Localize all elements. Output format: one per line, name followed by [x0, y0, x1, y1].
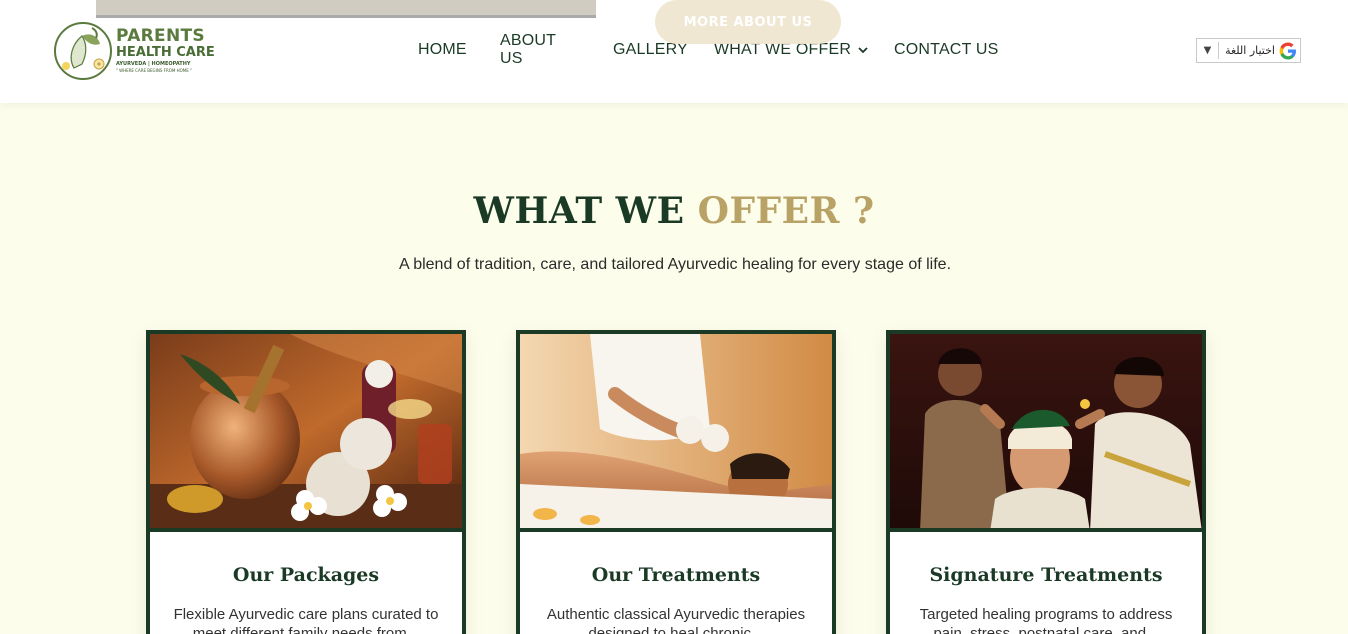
- language-select[interactable]: ▼ اختيار اللغة: [1196, 38, 1301, 63]
- card-title: Signature Treatments: [929, 564, 1163, 586]
- hero-image-edge: [96, 0, 596, 18]
- offer-card-signature-treatments[interactable]: Signature Treatments Targeted healing pr…: [886, 330, 1206, 634]
- card-image-massage: [520, 334, 832, 532]
- section-title: WHAT WE OFFER ?: [0, 190, 1348, 232]
- nav-about-us[interactable]: ABOUT US: [500, 32, 556, 67]
- dropdown-arrow-icon: ▼: [1197, 42, 1219, 59]
- section-title-main: WHAT WE: [473, 190, 685, 232]
- logo-emblem-icon: [54, 22, 112, 80]
- section-title-accent: OFFER ?: [697, 190, 875, 232]
- logo-tagline: " WHERE CARE BEGINS FROM HOME ": [116, 68, 192, 73]
- card-description: Flexible Ayurvedic care plans curated to…: [173, 606, 439, 634]
- card-description: Authentic classical Ayurvedic therapies …: [546, 606, 806, 634]
- card-image-herbal-pot: [150, 334, 462, 532]
- logo[interactable]: PARENTS HEALTH CARE AYURVEDA | HOMEOPATH…: [52, 18, 222, 84]
- language-select-label: اختيار اللغة: [1225, 44, 1275, 57]
- google-icon: [1279, 42, 1296, 59]
- more-about-us-button[interactable]: MORE ABOUT US: [655, 0, 841, 44]
- card-title: Our Treatments: [591, 564, 761, 586]
- card-title: Our Packages: [232, 564, 380, 586]
- offer-card-packages[interactable]: Our Packages Flexible Ayurvedic care pla…: [146, 330, 466, 634]
- nav-home[interactable]: HOME: [418, 40, 467, 60]
- nav-contact-us[interactable]: CONTACT US: [894, 40, 999, 60]
- card-image-head-therapy: [890, 334, 1202, 532]
- section-subtitle: A blend of tradition, care, and tailored…: [398, 256, 952, 273]
- logo-line-1: PARENTS: [116, 26, 205, 46]
- offer-card-treatments[interactable]: Our Treatments Authentic classical Ayurv…: [516, 330, 836, 634]
- logo-line-2: HEALTH CARE: [116, 45, 215, 60]
- chevron-down-icon: [858, 47, 868, 54]
- logo-line-3: AYURVEDA | HOMEOPATHY: [116, 61, 191, 67]
- card-description: Targeted healing programs to address pai…: [919, 606, 1173, 634]
